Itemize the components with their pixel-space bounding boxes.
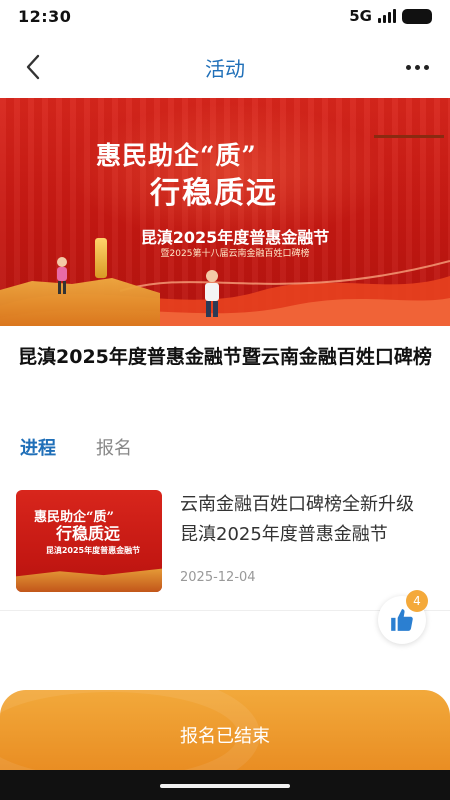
nav-bar: 活动 bbox=[0, 40, 450, 94]
list-item[interactable]: 惠民助企“质” 行稳质远 昆滇2025年度普惠金融节 云南金融百姓口碑榜全新升级… bbox=[16, 490, 436, 594]
person-figure-decoration bbox=[205, 270, 219, 317]
list-item-thumbnail: 惠民助企“质” 行稳质远 昆滇2025年度普惠金融节 bbox=[16, 490, 162, 592]
list-item-date: 2025-12-04 bbox=[180, 570, 256, 585]
chevron-left-icon bbox=[26, 54, 40, 80]
tab-bar: 进程 报名 bbox=[20, 434, 132, 466]
person-figure-decoration bbox=[57, 257, 67, 294]
status-indicators: 5G bbox=[349, 7, 432, 25]
gold-coins-decoration bbox=[16, 568, 162, 592]
abacus-decoration bbox=[374, 98, 444, 138]
status-bar: 12:30 5G bbox=[0, 0, 450, 32]
home-indicator[interactable] bbox=[160, 784, 290, 788]
network-type: 5G bbox=[349, 7, 372, 25]
banner-slogan-line1: 惠民助企“质” bbox=[96, 141, 257, 170]
more-horizontal-icon bbox=[405, 64, 411, 70]
more-button[interactable] bbox=[402, 52, 432, 82]
tab-progress[interactable]: 进程 bbox=[20, 434, 56, 466]
list-item-title: 云南金融百姓口碑榜全新升级 昆滇2025年度普惠金融节 bbox=[180, 494, 414, 545]
battery-icon bbox=[402, 8, 432, 24]
activity-banner: 惠民助企“质” 行稳质远 昆滇2025年度普惠金融节 暨2025第十八届云南金融… bbox=[0, 98, 450, 326]
signup-closed-button[interactable]: 报名已结束 bbox=[0, 690, 450, 780]
thumbnail-text-line3: 昆滇2025年度普惠金融节 bbox=[45, 546, 141, 555]
page-title: 活动 bbox=[205, 56, 245, 81]
list-item-text: 云南金融百姓口碑榜全新升级 昆滇2025年度普惠金融节 2025-12-04 bbox=[180, 490, 436, 594]
status-time: 12:30 bbox=[18, 6, 72, 26]
tab-signup[interactable]: 报名 bbox=[96, 434, 132, 466]
thumbs-up-icon bbox=[391, 609, 413, 631]
signal-icon bbox=[378, 9, 396, 23]
like-count-badge: 4 bbox=[406, 590, 428, 612]
back-button[interactable] bbox=[18, 52, 48, 82]
banner-slogan-line2: 行稳质远 bbox=[150, 176, 278, 211]
article-title: 昆滇2025年度普惠金融节暨云南金融百姓口碑榜 bbox=[18, 346, 432, 368]
thumbnail-text-line2: 行稳质远 bbox=[56, 524, 121, 543]
signup-closed-label: 报名已结束 bbox=[180, 726, 270, 747]
